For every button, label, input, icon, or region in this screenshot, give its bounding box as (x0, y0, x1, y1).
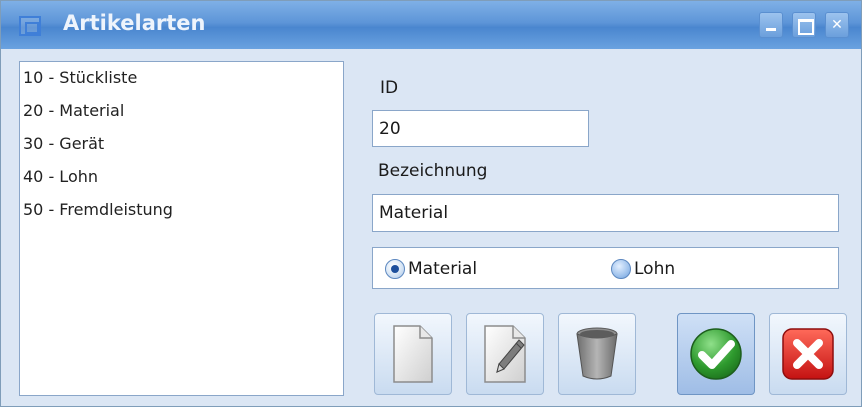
new-button[interactable] (374, 313, 452, 395)
radio-material[interactable]: Material (385, 258, 477, 280)
list-item[interactable]: 10 - Stückliste (20, 62, 343, 95)
close-icon: ✕ (831, 17, 843, 33)
radio-material-label: Material (408, 259, 478, 279)
new-document-icon (393, 325, 433, 383)
article-type-list[interactable]: 10 - Stückliste 20 - Material 30 - Gerät… (19, 61, 344, 396)
trash-bin-icon (576, 327, 618, 380)
ok-button[interactable] (677, 313, 755, 395)
window-icon (19, 16, 41, 36)
maximize-button[interactable] (792, 12, 816, 38)
radio-lohn[interactable]: Lohn (611, 258, 675, 280)
list-item[interactable]: 50 - Fremdleistung (20, 194, 343, 227)
edit-pencil-icon (484, 325, 526, 383)
id-label: ID (380, 78, 399, 98)
id-field[interactable] (372, 110, 589, 147)
radio-checked-icon (385, 259, 405, 279)
cancel-button[interactable] (769, 313, 847, 395)
checkmark-icon (690, 328, 742, 380)
list-item[interactable]: 20 - Material (20, 95, 343, 128)
delete-button[interactable] (558, 313, 636, 395)
close-button[interactable]: ✕ (825, 12, 849, 38)
bezeichnung-field[interactable] (372, 194, 839, 232)
window-title: Artikelarten (63, 11, 206, 35)
minimize-button[interactable] (759, 12, 783, 38)
radio-unchecked-icon (611, 259, 631, 279)
edit-button[interactable] (466, 313, 544, 395)
bezeichnung-label: Bezeichnung (378, 161, 488, 181)
list-item[interactable]: 30 - Gerät (20, 128, 343, 161)
list-item[interactable]: 40 - Lohn (20, 161, 343, 194)
window-artikelarten: Artikelarten ✕ 10 - Stückliste 20 - Mate… (0, 0, 862, 407)
type-radio-group: Material Lohn (372, 247, 839, 289)
title-bar[interactable]: Artikelarten ✕ (1, 1, 861, 49)
radio-lohn-label: Lohn (634, 259, 676, 279)
cancel-x-icon (782, 328, 834, 380)
